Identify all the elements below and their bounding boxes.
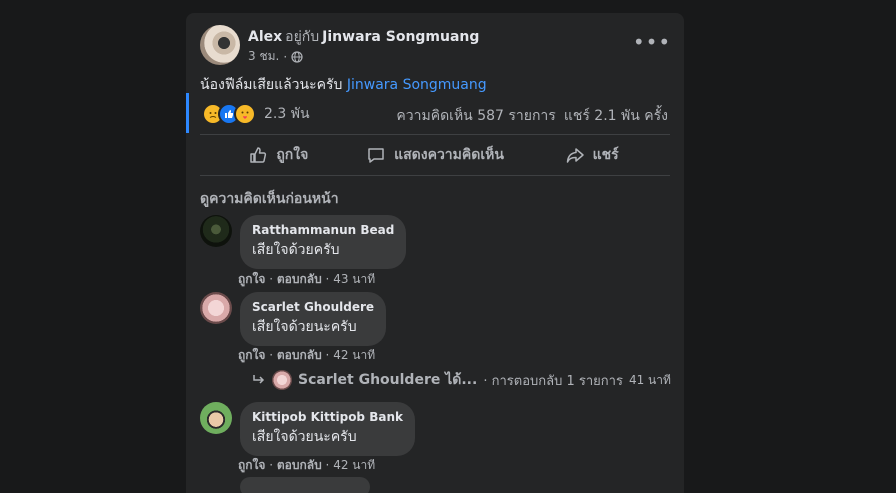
comment-actions: ถูกใจ · ตอบกลับ · 42 นาที — [238, 348, 376, 362]
share-label: แชร์ — [592, 147, 619, 163]
view-replies-link[interactable]: Scarlet Ghouldere ได้... · การตอบกลับ 1 … — [252, 369, 671, 391]
with-text: อยู่กับ — [285, 29, 320, 45]
comment-actions: ถูกใจ · ตอบกลับ · 42 นาที — [238, 458, 376, 472]
comment-bubble: Scarlet Ghouldere เสียใจด้วยนะครับ — [240, 292, 387, 346]
comment-reply-button[interactable]: ตอบกลับ — [277, 458, 322, 472]
divider — [200, 175, 670, 176]
comment-text: เสียใจด้วยครับ — [252, 242, 340, 258]
shares-count[interactable]: แชร์ 2.1 พัน ครั้ง — [564, 105, 668, 127]
comment-bubble: Ratthammanun Bead เสียใจด้วยครับ — [240, 215, 407, 269]
commenter-avatar[interactable] — [200, 477, 232, 493]
comment-like-button[interactable]: ถูกใจ — [238, 348, 265, 362]
comments-count[interactable]: ความคิดเห็น 587 รายการ — [396, 105, 555, 127]
meta-separator: · — [283, 49, 288, 64]
focus-accent-bar — [186, 93, 189, 133]
divider — [200, 134, 670, 135]
post-actions: ถูกใจ แสดงความคิดเห็น แชร์ — [200, 137, 670, 173]
author-name[interactable]: Alex — [248, 29, 282, 45]
view-previous-comments-link[interactable]: ดูความคิดเห็นก่อนหน้า — [200, 188, 339, 210]
mention-link[interactable]: Jinwara Songmuang — [347, 77, 487, 93]
comment-label: แสดงความคิดเห็น — [394, 147, 504, 163]
commenter-name[interactable]: Scarlet Ghouldere — [252, 300, 374, 314]
post-stats: ความคิดเห็น 587 รายการ แชร์ 2.1 พัน ครั้… — [396, 105, 668, 127]
commenter-avatar[interactable] — [200, 215, 232, 247]
tagged-name[interactable]: Jinwara Songmuang — [322, 29, 479, 45]
reaction-summary[interactable]: 2.3 พัน — [202, 103, 310, 125]
comment-time[interactable]: 43 นาที — [333, 272, 375, 286]
comment-text: เสียใจด้วยนะครับ — [252, 429, 357, 445]
reply-summary-time: 41 นาที — [628, 372, 671, 387]
more-icon: ••• — [632, 30, 672, 54]
comment-reply-button[interactable]: ตอบกลับ — [277, 272, 322, 286]
share-button[interactable]: แชร์ — [513, 137, 670, 173]
comment-reply-button[interactable]: ตอบกลับ — [277, 348, 322, 362]
comment-icon — [368, 148, 384, 163]
comment-like-button[interactable]: ถูกใจ — [238, 272, 265, 286]
comment-time[interactable]: 42 นาที — [333, 348, 375, 362]
post-card: Alex อยู่กับ Jinwara Songmuang 3 ชม. · •••… — [186, 13, 684, 493]
commenter-avatar[interactable] — [200, 292, 232, 324]
post-time[interactable]: 3 ชม. — [248, 47, 279, 66]
post-header: Alex อยู่กับ Jinwara Songmuang — [248, 26, 479, 48]
share-icon — [566, 148, 584, 163]
commenter-name[interactable]: Ratthammanun Bead — [252, 223, 394, 237]
globe-icon — [291, 50, 303, 63]
more-options-button[interactable]: ••• — [632, 27, 672, 57]
commenter-avatar[interactable] — [200, 402, 232, 434]
reply-summary-count: · การตอบกลับ 1 รายการ — [483, 373, 623, 389]
reply-summary-text: Scarlet Ghouldere ได้... — [298, 372, 478, 388]
comment-like-button[interactable]: ถูกใจ — [238, 458, 265, 472]
post-text: น้องฟีล์มเสียแล้วนะครับ Jinwara Songmuan… — [200, 74, 487, 96]
reply-arrow-icon — [253, 375, 265, 384]
like-button[interactable]: ถูกใจ — [200, 137, 357, 173]
post-message: น้องฟีล์มเสียแล้วนะครับ — [200, 77, 343, 93]
post-meta: 3 ชม. · — [248, 47, 303, 66]
like-icon — [250, 147, 267, 163]
replier-avatar — [272, 370, 292, 390]
comment-actions: ถูกใจ · ตอบกลับ · 43 นาที — [238, 272, 376, 286]
commenter-name[interactable]: Kittipob Kittipob Bank — [252, 410, 403, 424]
comment-bubble: Kittipob Kittipob Bank เสียใจด้วยนะครับ — [240, 402, 415, 456]
comment-button[interactable]: แสดงความคิดเห็น — [357, 137, 514, 173]
comment-text: เสียใจด้วยนะครับ — [252, 319, 357, 335]
author-avatar[interactable] — [200, 25, 240, 65]
comment-time[interactable]: 42 นาที — [333, 458, 375, 472]
comment-bubble — [240, 477, 370, 493]
care-reaction-icon — [234, 103, 256, 125]
reaction-count: 2.3 พัน — [264, 106, 310, 122]
like-label: ถูกใจ — [276, 147, 309, 163]
